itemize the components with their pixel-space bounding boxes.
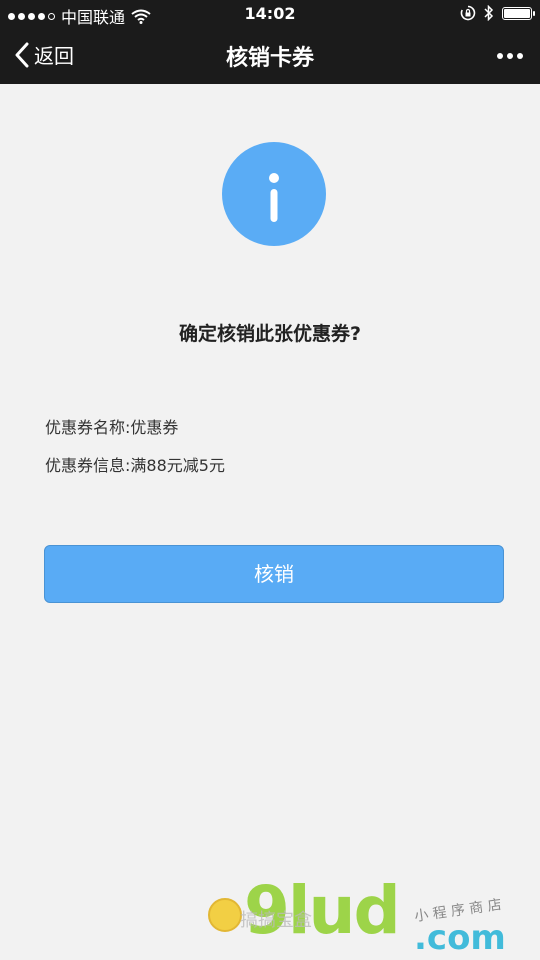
coupon-info-value: 满88元减5元 xyxy=(130,456,225,475)
confirm-message: 确定核销此张优惠券? xyxy=(178,323,362,345)
watermark-small-text: 搞搞宝盒 xyxy=(240,910,312,931)
battery-level xyxy=(504,8,530,18)
screen: 中国联通 14:02 返回 核销卡券 确定核销此张优惠券? 优惠券名称:优惠券 … xyxy=(0,0,540,960)
back-button[interactable]: 返回 xyxy=(14,40,74,69)
page-title: 核销卡券 xyxy=(225,46,314,71)
nav-bar: 返回 核销卡券 xyxy=(0,28,540,84)
coupon-info-label: 优惠券信息: xyxy=(45,456,131,475)
coupon-name-label: 优惠券名称: xyxy=(45,418,131,437)
coupon-name-row: 优惠券名称:优惠券 xyxy=(45,414,178,438)
back-label: 返回 xyxy=(34,44,74,68)
bluetooth-icon xyxy=(484,5,494,21)
status-bar: 中国联通 14:02 xyxy=(0,0,540,28)
coupon-info-row: 优惠券信息:满88元减5元 xyxy=(45,452,225,476)
watermark-logo xyxy=(208,898,242,932)
rotation-lock-icon xyxy=(460,5,476,21)
watermark-domain: .com xyxy=(414,918,506,958)
chevron-left-icon xyxy=(15,42,29,67)
battery-icon xyxy=(502,6,535,20)
info-circle-icon xyxy=(222,142,326,246)
status-time: 14:02 xyxy=(244,4,296,23)
status-right xyxy=(460,5,535,21)
more-dots-icon[interactable] xyxy=(490,42,530,70)
verify-button[interactable]: 核销 xyxy=(44,545,504,603)
coupon-name-value: 优惠券 xyxy=(130,418,179,437)
